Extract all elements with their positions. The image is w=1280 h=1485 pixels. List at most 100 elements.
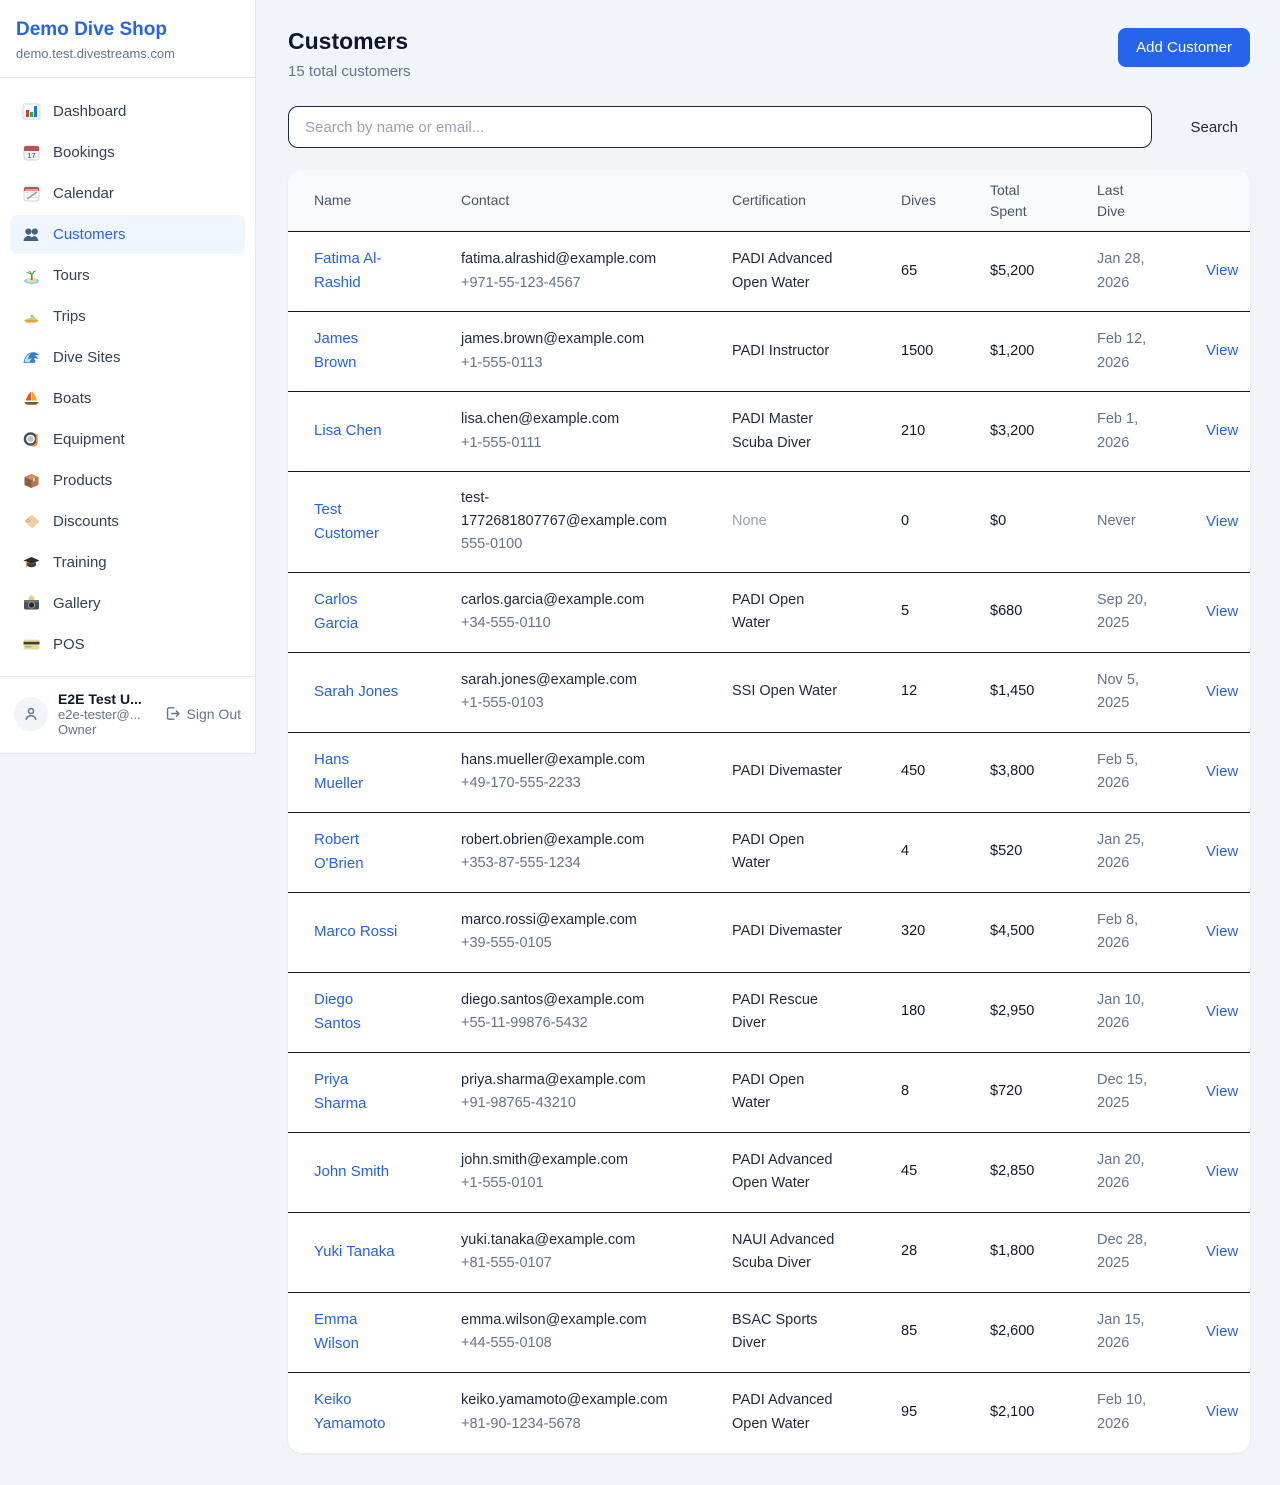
customer-phone: +353-87-555-1234	[461, 855, 581, 871]
sidebar-item-trips[interactable]: Trips	[10, 297, 245, 336]
view-customer-link[interactable]: View	[1206, 1163, 1238, 1180]
svg-text:17: 17	[27, 151, 35, 160]
customer-email: test-1772681807767@example.com	[461, 487, 669, 533]
sidebar-item-label: Boats	[53, 390, 91, 407]
customer-name-link[interactable]: John Smith	[314, 1160, 389, 1184]
sidebar-item-dashboard[interactable]: Dashboard	[10, 92, 245, 131]
customer-contact-cell: carlos.garcia@example.com +34-555-0110	[461, 589, 732, 635]
customer-phone: +971-55-123-4567	[461, 275, 581, 291]
customer-name-link[interactable]: Emma Wilson	[314, 1308, 402, 1356]
sidebar-item-calendar[interactable]: Calendar	[10, 174, 245, 213]
view-customer-link[interactable]: View	[1206, 513, 1238, 530]
customer-name-link[interactable]: Keiko Yamamoto	[314, 1388, 402, 1436]
customer-certification-cell: PADI Open Water	[732, 1069, 901, 1115]
sidebar-item-pos[interactable]: POS	[10, 625, 245, 664]
customer-view-cell: View	[1206, 1000, 1242, 1024]
sidebar-item-equipment[interactable]: Equipment	[10, 420, 245, 459]
view-customer-link[interactable]: View	[1206, 683, 1238, 700]
customer-contact-cell: marco.rossi@example.com +39-555-0105	[461, 909, 732, 955]
search-button[interactable]: Search	[1178, 111, 1250, 144]
view-customer-link[interactable]: View	[1206, 1323, 1238, 1340]
customer-dives-cell: 45	[901, 1160, 990, 1183]
credit-card-icon	[22, 635, 41, 654]
sidebar-item-discounts[interactable]: Discounts	[10, 502, 245, 541]
customer-view-cell: View	[1206, 1080, 1242, 1104]
customer-certification-cell: BSAC Sports Diver	[732, 1309, 901, 1355]
customer-total-spent-cell: $3,200	[990, 420, 1097, 443]
sidebar: Demo Dive Shop demo.test.divestreams.com…	[0, 0, 256, 754]
view-customer-link[interactable]: View	[1206, 603, 1238, 620]
view-customer-link[interactable]: View	[1206, 763, 1238, 780]
customer-contact-cell: hans.mueller@example.com +49-170-555-223…	[461, 749, 732, 795]
customer-name-link[interactable]: Diego Santos	[314, 988, 402, 1036]
sidebar-item-bookings[interactable]: 17Bookings	[10, 133, 245, 172]
view-customer-link[interactable]: View	[1206, 1003, 1238, 1020]
customer-phone: +81-90-1234-5678	[461, 1416, 581, 1432]
customer-name-link[interactable]: Priya Sharma	[314, 1068, 402, 1116]
main-header: Customers 15 total customers Add Custome…	[288, 28, 1250, 80]
customer-name-link[interactable]: Carlos Garcia	[314, 588, 402, 636]
customer-total-spent-cell: $520	[990, 840, 1097, 863]
view-customer-link[interactable]: View	[1206, 342, 1238, 359]
customer-count: 15 total customers	[288, 63, 411, 80]
customer-name-link[interactable]: Sarah Jones	[314, 680, 398, 704]
customer-name-link[interactable]: Lisa Chen	[314, 419, 382, 443]
customer-name-link[interactable]: Robert O'Brien	[314, 828, 402, 876]
customer-phone: +34-555-0110	[461, 615, 551, 631]
customer-contact-cell: yuki.tanaka@example.com +81-555-0107	[461, 1229, 732, 1275]
sidebar-nav: Dashboard17BookingsCalendarCustomersTour…	[0, 78, 255, 676]
search-input[interactable]	[288, 106, 1152, 148]
column-header-last-dive: Last Dive	[1097, 180, 1206, 221]
customer-name-link[interactable]: Marco Rossi	[314, 920, 397, 944]
sidebar-item-label: Discounts	[53, 513, 119, 530]
customer-name-link[interactable]: Hans Mueller	[314, 748, 402, 796]
customer-name-link[interactable]: James Brown	[314, 327, 402, 375]
customer-name-link[interactable]: Yuki Tanaka	[314, 1240, 395, 1264]
view-customer-link[interactable]: View	[1206, 422, 1238, 439]
sign-out-button[interactable]: Sign Out	[164, 705, 241, 722]
customer-last-dive-cell: Jan 15, 2026	[1097, 1309, 1206, 1355]
customer-phone: 555-0100	[461, 536, 522, 552]
customer-email: robert.obrien@example.com	[461, 829, 669, 852]
table-header-row: Name Contact Certification Dives Total S…	[288, 170, 1250, 232]
customer-last-dive-cell: Jan 28, 2026	[1097, 248, 1206, 294]
view-customer-link[interactable]: View	[1206, 843, 1238, 860]
table-row: Marco Rossi marco.rossi@example.com +39-…	[288, 893, 1250, 973]
view-customer-link[interactable]: View	[1206, 1083, 1238, 1100]
customer-email: yuki.tanaka@example.com	[461, 1229, 669, 1252]
customer-name-cell: Hans Mueller	[314, 748, 461, 796]
customer-dives-cell: 5	[901, 600, 990, 623]
sidebar-item-dive-sites[interactable]: Dive Sites	[10, 338, 245, 377]
customer-email: priya.sharma@example.com	[461, 1069, 669, 1092]
customer-name-link[interactable]: Fatima Al-Rashid	[314, 247, 402, 295]
customer-dives-cell: 8	[901, 1080, 990, 1103]
customer-name-cell: Sarah Jones	[314, 680, 461, 704]
customer-view-cell: View	[1206, 1240, 1242, 1264]
customer-last-dive-cell: Dec 15, 2025	[1097, 1069, 1206, 1115]
sidebar-item-customers[interactable]: Customers	[10, 215, 245, 254]
customer-phone: +1-555-0111	[461, 435, 542, 451]
customer-last-dive-cell: Dec 28, 2025	[1097, 1229, 1206, 1275]
customer-contact-cell: diego.santos@example.com +55-11-99876-54…	[461, 989, 732, 1035]
customer-contact-cell: priya.sharma@example.com +91-98765-43210	[461, 1069, 732, 1115]
view-customer-link[interactable]: View	[1206, 923, 1238, 940]
customer-name-link[interactable]: Test Customer	[314, 498, 402, 546]
grad-cap-icon	[22, 553, 41, 572]
sidebar-item-products[interactable]: Products	[10, 461, 245, 500]
sidebar-item-gallery[interactable]: Gallery	[10, 584, 245, 623]
customer-view-cell: View	[1206, 760, 1242, 784]
table-body: Fatima Al-Rashid fatima.alrashid@example…	[288, 232, 1250, 1453]
sidebar-item-training[interactable]: Training	[10, 543, 245, 582]
view-customer-link[interactable]: View	[1206, 262, 1238, 279]
view-customer-link[interactable]: View	[1206, 1243, 1238, 1260]
add-customer-button[interactable]: Add Customer	[1118, 28, 1250, 67]
sidebar-item-label: Gallery	[53, 595, 101, 612]
sidebar-item-boats[interactable]: Boats	[10, 379, 245, 418]
table-row: Hans Mueller hans.mueller@example.com +4…	[288, 733, 1250, 813]
sailboat-icon	[22, 389, 41, 408]
customer-total-spent-cell: $2,850	[990, 1160, 1097, 1183]
customer-certification-cell: NAUI Advanced Scuba Diver	[732, 1229, 901, 1275]
customer-contact-cell: robert.obrien@example.com +353-87-555-12…	[461, 829, 732, 875]
view-customer-link[interactable]: View	[1206, 1403, 1238, 1420]
sidebar-item-tours[interactable]: Tours	[10, 256, 245, 295]
